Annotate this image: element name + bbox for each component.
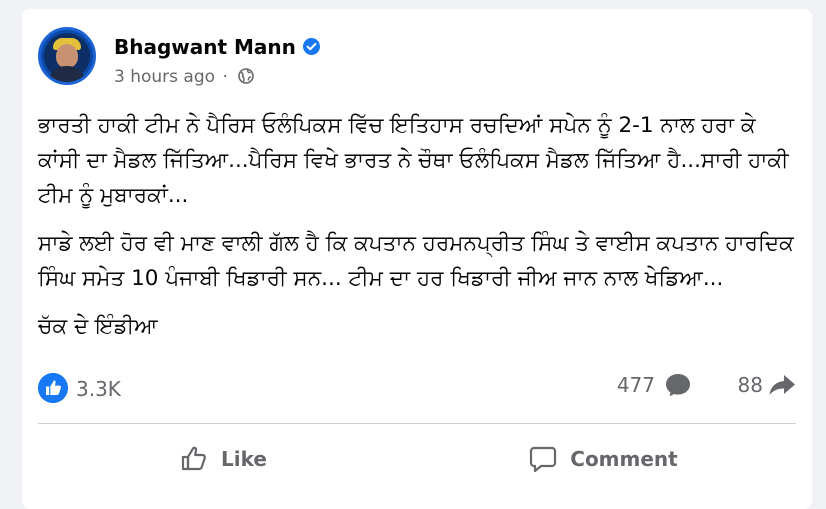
like-label: Like bbox=[221, 447, 267, 471]
post-actions: Like Comment bbox=[38, 433, 796, 485]
post-paragraph: ਸਾਡੇ ਲਈ ਹੋਰ ਵੀ ਮਾਣ ਵਾਲੀ ਗੱਲ ਹੈ ਕਿ ਕਪਤਾਨ … bbox=[38, 231, 794, 291]
thumbs-up-icon bbox=[181, 446, 206, 471]
like-reaction-icon[interactable] bbox=[38, 373, 68, 403]
like-button[interactable]: Like bbox=[38, 433, 408, 485]
comment-icon bbox=[530, 446, 557, 473]
post-paragraph: ਭਾਰਤੀ ਹਾਕੀ ਟੀਮ ਨੇ ਪੈਰਿਸ ਓਲੰਪਿਕਸ ਵਿੱਚ ਇਤਿ… bbox=[38, 113, 789, 208]
post-meta: 3 hours ago · bbox=[114, 67, 255, 87]
divider bbox=[38, 423, 796, 424]
post-card: Bhagwant Mann 3 hours ago · ਭਾਰਤੀ ਹਾਕੀ ਟ… bbox=[22, 9, 812, 509]
share-arrow-icon[interactable] bbox=[768, 373, 796, 397]
reaction-count[interactable]: 3.3K bbox=[76, 377, 121, 401]
share-count[interactable]: 88 bbox=[738, 373, 763, 397]
post-header: Bhagwant Mann 3 hours ago · bbox=[38, 25, 778, 87]
globe-icon[interactable] bbox=[238, 68, 255, 84]
engagement-stats: 3.3K 477 88 bbox=[38, 371, 796, 403]
author-name[interactable]: Bhagwant Mann bbox=[114, 35, 296, 59]
meta-separator: · bbox=[222, 67, 228, 87]
post-timestamp[interactable]: 3 hours ago bbox=[114, 67, 215, 87]
avatar[interactable] bbox=[38, 27, 96, 85]
comment-button[interactable]: Comment bbox=[418, 433, 788, 485]
comment-bubble-icon[interactable] bbox=[664, 372, 692, 398]
comment-count[interactable]: 477 bbox=[617, 373, 655, 397]
verified-badge-icon bbox=[303, 38, 320, 55]
post-paragraph: ਚੱਕ ਦੇ ਇੰਡੀਆ bbox=[38, 314, 158, 339]
post-body: ਭਾਰਤੀ ਹਾਕੀ ਟੀਮ ਨੇ ਪੈਰਿਸ ਓਲੰਪਿਕਸ ਵਿੱਚ ਇਤਿ… bbox=[38, 108, 798, 357]
comment-label: Comment bbox=[570, 447, 678, 471]
